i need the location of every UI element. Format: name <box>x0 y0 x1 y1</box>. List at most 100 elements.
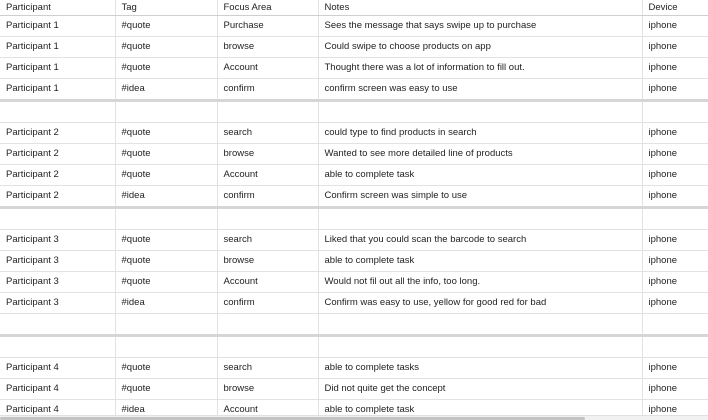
cell-notes[interactable] <box>318 335 643 358</box>
cell-focus-area[interactable]: confirm <box>217 185 319 209</box>
header-cell-notes[interactable]: Notes <box>318 0 643 16</box>
cell-participant[interactable]: Participant 3 <box>0 250 116 272</box>
cell-notes[interactable]: Thought there was a lot of information t… <box>318 57 643 79</box>
cell-focus-area[interactable]: confirm <box>217 78 319 102</box>
cell-focus-area[interactable] <box>217 207 319 230</box>
cell-focus-area[interactable]: Account <box>217 164 319 186</box>
cell-participant[interactable]: Participant 4 <box>0 357 116 379</box>
cell-device[interactable]: iphone <box>642 250 708 272</box>
cell-participant[interactable]: Participant 4 <box>0 378 116 400</box>
header-cell-tag[interactable]: Tag <box>115 0 218 16</box>
table-row: Participant 1 #quote Purchase Sees the mess… <box>0 15 708 37</box>
cell-notes[interactable] <box>318 207 643 230</box>
cell-participant[interactable]: Participant 2 <box>0 164 116 186</box>
cell-tag[interactable]: #quote <box>115 250 218 272</box>
header-cell-focus-area[interactable]: Focus Area <box>217 0 319 16</box>
cell-device[interactable]: iphone <box>642 78 708 102</box>
table-row: Participant 1 #quote browse Could swipe to … <box>0 36 708 58</box>
cell-tag[interactable]: #idea <box>115 78 218 102</box>
cell-focus-area[interactable] <box>217 100 319 123</box>
cell-focus-area[interactable]: browse <box>217 36 319 58</box>
cell-participant[interactable]: Participant 1 <box>0 36 116 58</box>
cell-device[interactable]: iphone <box>642 229 708 251</box>
cell-tag[interactable] <box>115 335 218 358</box>
cell-notes[interactable]: could type to find products in search <box>318 122 643 144</box>
cell-focus-area[interactable]: browse <box>217 378 319 400</box>
cell-focus-area[interactable]: search <box>217 357 319 379</box>
cell-notes[interactable] <box>318 100 643 123</box>
cell-tag[interactable]: #quote <box>115 15 218 37</box>
cell-device[interactable]: iphone <box>642 357 708 379</box>
cell-participant[interactable]: Participant 3 <box>0 271 116 293</box>
cell-focus-area[interactable]: search <box>217 229 319 251</box>
cell-notes[interactable]: Wanted to see more detailed line of prod… <box>318 143 643 165</box>
cell-notes[interactable]: Would not fil out all the info, too long… <box>318 271 643 293</box>
cell-tag[interactable]: #quote <box>115 357 218 379</box>
cell-notes[interactable]: confirm screen was easy to use <box>318 78 643 102</box>
cell-tag[interactable]: #quote <box>115 57 218 79</box>
cell-device[interactable] <box>642 335 708 358</box>
cell-device[interactable]: iphone <box>642 292 708 314</box>
cell-device[interactable]: iphone <box>642 143 708 165</box>
cell-participant[interactable] <box>0 335 116 358</box>
cell-participant[interactable]: Participant 1 <box>0 15 116 37</box>
cell-notes[interactable] <box>318 313 643 337</box>
table-row: Participant 3 #quote search Liked that you … <box>0 229 708 251</box>
horizontal-scrollbar[interactable] <box>0 415 708 420</box>
cell-device[interactable] <box>642 207 708 230</box>
cell-notes[interactable]: able to complete tasks <box>318 357 643 379</box>
cell-device[interactable] <box>642 100 708 123</box>
cell-tag[interactable]: #quote <box>115 122 218 144</box>
cell-tag[interactable] <box>115 313 218 337</box>
cell-device[interactable]: iphone <box>642 57 708 79</box>
cell-device[interactable] <box>642 313 708 337</box>
header-cell-participant[interactable]: Participant <box>0 0 116 16</box>
cell-participant[interactable]: Participant 3 <box>0 292 116 314</box>
cell-notes[interactable]: Did not quite get the concept <box>318 378 643 400</box>
cell-participant[interactable]: Participant 1 <box>0 78 116 102</box>
cell-participant[interactable]: Participant 1 <box>0 57 116 79</box>
cell-notes[interactable]: able to complete task <box>318 250 643 272</box>
cell-device[interactable]: iphone <box>642 164 708 186</box>
cell-notes[interactable]: Liked that you could scan the barcode to… <box>318 229 643 251</box>
cell-participant[interactable]: Participant 2 <box>0 185 116 209</box>
cell-tag[interactable] <box>115 100 218 123</box>
cell-participant[interactable]: Participant 2 <box>0 122 116 144</box>
cell-device[interactable]: iphone <box>642 271 708 293</box>
cell-participant[interactable] <box>0 100 116 123</box>
cell-focus-area[interactable] <box>217 335 319 358</box>
cell-tag[interactable]: #quote <box>115 36 218 58</box>
cell-notes[interactable]: Could swipe to choose products on app <box>318 36 643 58</box>
cell-participant[interactable] <box>0 207 116 230</box>
cell-focus-area[interactable]: search <box>217 122 319 144</box>
cell-notes[interactable]: Confirm was easy to use, yellow for good… <box>318 292 643 314</box>
cell-tag[interactable]: #idea <box>115 292 218 314</box>
cell-focus-area[interactable]: Purchase <box>217 15 319 37</box>
cell-device[interactable]: iphone <box>642 15 708 37</box>
cell-notes[interactable]: able to complete task <box>318 164 643 186</box>
cell-focus-area[interactable]: confirm <box>217 292 319 314</box>
cell-device[interactable]: iphone <box>642 122 708 144</box>
cell-participant[interactable]: Participant 3 <box>0 229 116 251</box>
cell-tag[interactable]: #quote <box>115 229 218 251</box>
cell-participant[interactable] <box>0 313 116 337</box>
cell-tag[interactable] <box>115 207 218 230</box>
cell-tag[interactable]: #quote <box>115 271 218 293</box>
cell-focus-area[interactable] <box>217 313 319 337</box>
cell-focus-area[interactable]: Account <box>217 57 319 79</box>
header-cell-device[interactable]: Device <box>642 0 708 16</box>
cell-notes[interactable]: Sees the message that says swipe up to p… <box>318 15 643 37</box>
cell-focus-area[interactable]: browse <box>217 143 319 165</box>
cell-device[interactable]: iphone <box>642 378 708 400</box>
cell-notes[interactable]: Confirm screen was simple to use <box>318 185 643 209</box>
cell-tag[interactable]: #quote <box>115 164 218 186</box>
cell-device[interactable]: iphone <box>642 185 708 209</box>
cell-participant[interactable]: Participant 2 <box>0 143 116 165</box>
cell-tag[interactable]: #idea <box>115 185 218 209</box>
cell-focus-area[interactable]: Account <box>217 271 319 293</box>
cell-tag[interactable]: #quote <box>115 378 218 400</box>
cell-tag[interactable]: #quote <box>115 143 218 165</box>
cell-focus-area[interactable]: browse <box>217 250 319 272</box>
table-row <box>0 335 708 358</box>
cell-device[interactable]: iphone <box>642 36 708 58</box>
